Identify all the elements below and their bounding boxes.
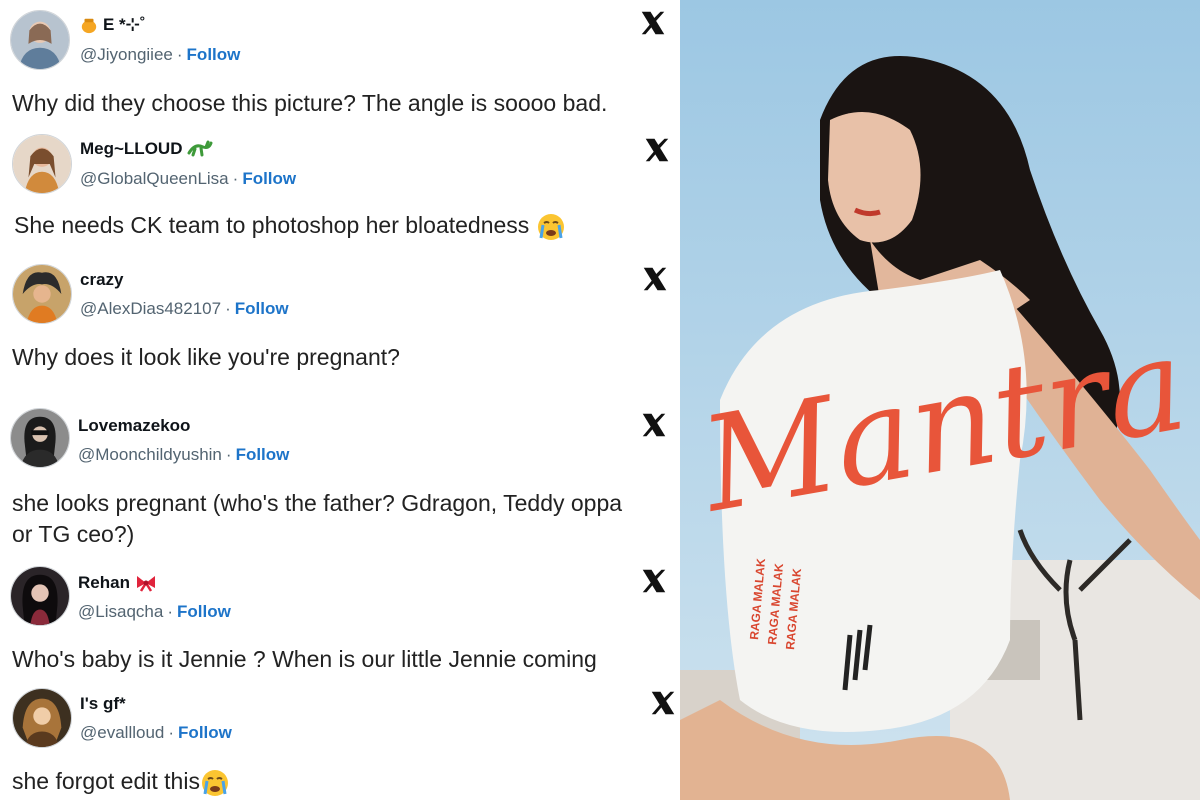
display-name-text: I's gf* [80,694,126,713]
handle[interactable]: @evallloud [80,723,164,742]
separator-dot: · [176,45,183,64]
display-name[interactable]: I's gf* [80,694,126,714]
avatar[interactable] [12,134,72,194]
avatar[interactable] [10,10,70,70]
tweet-text: she forgot edit this [12,768,200,794]
x-logo-icon[interactable] [638,8,668,38]
x-logo-icon[interactable] [639,410,669,440]
tweet-text: Why did they choose this picture? The an… [12,90,608,116]
tweet-card: Lovemazekoo @Moonchildyushin · Follow she … [0,400,680,560]
display-name-text: E *⊹˚ [103,15,146,34]
honey-pot-icon [81,18,97,34]
follow-button[interactable]: Follow [177,602,231,621]
tweet-card: crazy @AlexDias482107 · Follow Why does it… [0,254,680,394]
display-name-text: Lovemazekoo [78,416,191,435]
handle[interactable]: @Jiyongiiee [80,45,173,64]
follow-button[interactable]: Follow [235,299,289,318]
lizard-icon [187,140,213,157]
tweet-card: E *⊹˚ @Jiyongiiee · Follow Why did they ch… [0,0,680,124]
handle-line: @Lisaqcha · Follow [78,602,231,622]
album-poster-photo: RAGA MALAK RAGA MALAK RAGA MALAK Mantra [680,0,1200,800]
tweet-screenshots-panel: E *⊹˚ @Jiyongiiee · Follow Why did they ch… [0,0,680,800]
avatar[interactable] [12,264,72,324]
display-name-text: Rehan [78,573,130,592]
follow-button[interactable]: Follow [242,169,296,188]
avatar[interactable] [10,566,70,626]
tweet-body: She needs CK team to photoshop her bloat… [14,210,654,242]
handle[interactable]: @GlobalQueenLisa [80,169,229,188]
x-logo-icon[interactable] [639,566,669,596]
separator-dot: · [232,169,239,188]
handle-line: @Jiyongiiee · Follow [80,45,240,65]
handle-line: @AlexDias482107 · Follow [80,299,289,319]
crying-face-icon [201,769,228,796]
separator-dot: · [225,299,231,318]
tweet-text: She needs CK team to photoshop her bloat… [14,212,530,238]
follow-button[interactable]: Follow [187,45,241,64]
handle[interactable]: @AlexDias482107 [80,299,221,318]
poster-illustration: RAGA MALAK RAGA MALAK RAGA MALAK Mantra [680,0,1200,800]
tweet-text: Who's baby is it Jennie ? When is our li… [12,646,597,672]
x-logo-icon[interactable] [642,135,672,165]
handle[interactable]: @Lisaqcha [78,602,163,621]
separator-dot: · [225,445,232,464]
tweet-card: Rehan @Lisaqcha · Follow Who's baby is it … [0,560,680,680]
follow-button[interactable]: Follow [236,445,290,464]
handle-line: @Moonchildyushin · Follow [78,445,289,465]
display-name-text: crazy [80,270,124,289]
x-logo-icon[interactable] [648,688,678,718]
crying-face-icon [537,213,564,240]
handle-line: @GlobalQueenLisa · Follow [80,169,296,189]
handle-line: @evallloud · Follow [80,723,232,743]
follow-button[interactable]: Follow [178,723,232,742]
display-name[interactable]: Meg~LLOUD [80,139,213,159]
handle[interactable]: @Moonchildyushin [78,445,222,464]
tweet-body: she forgot edit this [12,766,652,798]
tweet-text: Why does it look like you're pregnant? [12,344,400,370]
avatar[interactable] [10,408,70,468]
bow-icon [136,576,155,592]
x-logo-icon[interactable] [640,264,670,294]
tweet-card: I's gf* @evallloud · Follow she forgot edi… [0,680,680,800]
separator-dot: · [168,723,175,742]
display-name-text: Meg~LLOUD [80,139,183,158]
avatar[interactable] [12,688,72,748]
display-name[interactable]: Lovemazekoo [78,416,190,436]
tweet-text: she looks pregnant (who's the father? Gd… [12,490,623,547]
separator-dot: · [167,602,173,621]
display-name[interactable]: crazy [80,270,123,290]
display-name[interactable]: Rehan [78,573,157,593]
display-name[interactable]: E *⊹˚ [80,15,146,35]
tweet-card: Meg~LLOUD @GlobalQueenLisa · Follow She ne… [0,124,680,254]
